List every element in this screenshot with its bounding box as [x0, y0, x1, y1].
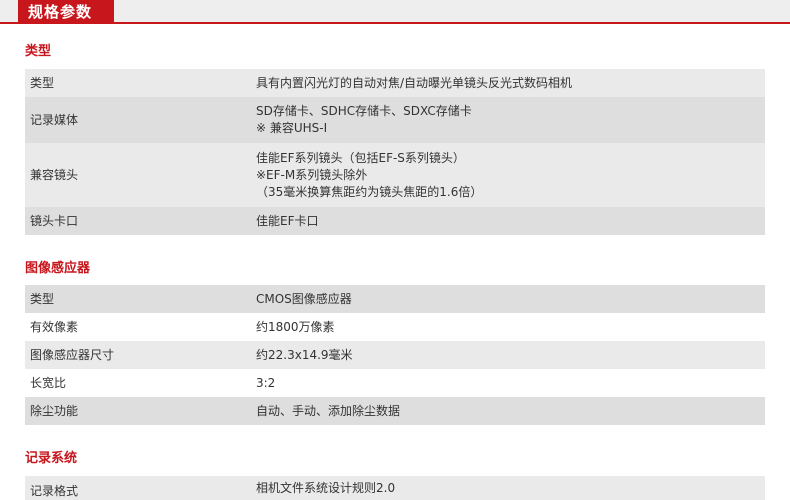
spec-value-line: 约1800万像素	[256, 319, 335, 334]
spec-label: 有效像素	[30, 319, 79, 334]
spec-label: 兼容镜头	[30, 167, 79, 182]
spec-value: SD存储卡、SDHC存储卡、SDXC存储卡 ※ 兼容UHS-I	[256, 97, 765, 143]
spec-value: 具有内置闪光灯的自动对焦/自动曝光单镜头反光式数码相机	[256, 69, 765, 97]
spec-label: 长宽比	[30, 375, 67, 390]
spec-value: 约22.3x14.9毫米	[256, 341, 765, 369]
spec-value-line: 佳能EF卡口	[256, 213, 319, 228]
spec-value: CMOS图像感应器	[256, 285, 765, 313]
spec-value-line: ※EF-M系列镜头除外	[256, 167, 368, 182]
spec-label: 记录格式	[30, 484, 79, 498]
table-row: 类型 具有内置闪光灯的自动对焦/自动曝光单镜头反光式数码相机	[25, 69, 765, 97]
spec-label: 类型	[30, 75, 55, 90]
spec-table-type: 类型 具有内置闪光灯的自动对焦/自动曝光单镜头反光式数码相机 记录媒体 SD存储…	[25, 69, 765, 235]
page-title: 规格参数	[18, 0, 114, 24]
spec-value: 约1800万像素	[256, 313, 765, 341]
spec-value-line: ※ 兼容UHS-I	[256, 121, 328, 135]
spec-label: 类型	[30, 291, 55, 306]
spec-table-image-sensor: 类型 CMOS图像感应器 有效像素 约1800万像素 图像感应器尺寸 约22.3…	[25, 285, 765, 425]
spec-label: 镜头卡口	[30, 213, 79, 228]
section-title-image-sensor: 图像感应器	[25, 261, 91, 276]
header-bar: 规格参数	[0, 0, 790, 24]
table-row: 兼容镜头 佳能EF系列镜头（包括EF-S系列镜头） ※EF-M系列镜头除外 （3…	[25, 143, 765, 207]
spec-table-recording-system: 记录格式 相机文件系统设计规则2.0	[25, 476, 765, 500]
spec-value-line: 约22.3x14.9毫米	[256, 347, 353, 362]
table-row: 记录媒体 SD存储卡、SDHC存储卡、SDXC存储卡 ※ 兼容UHS-I	[25, 97, 765, 143]
table-row: 长宽比 3:2	[25, 369, 765, 397]
spec-value-line: 3:2	[256, 375, 276, 390]
table-row: 记录格式 相机文件系统设计规则2.0	[25, 476, 765, 500]
spec-value-line: 自动、手动、添加除尘数据	[256, 403, 401, 418]
spec-value-line: CMOS图像感应器	[256, 291, 352, 306]
spec-value-line: 相机文件系统设计规则2.0	[256, 481, 396, 495]
spec-value: 3:2	[256, 369, 765, 397]
spec-value-line: SD存储卡、SDHC存储卡、SDXC存储卡	[256, 104, 472, 118]
section-title-recording-system: 记录系统	[25, 451, 78, 466]
spec-value: 相机文件系统设计规则2.0	[256, 476, 765, 500]
spec-value: 佳能EF卡口	[256, 207, 765, 235]
spec-label: 记录媒体	[30, 112, 79, 127]
spec-value-line: 佳能EF系列镜头（包括EF-S系列镜头）	[256, 150, 465, 165]
table-row: 图像感应器尺寸 约22.3x14.9毫米	[25, 341, 765, 369]
spec-label: 除尘功能	[30, 403, 79, 418]
table-row: 除尘功能 自动、手动、添加除尘数据	[25, 397, 765, 425]
header-divider	[0, 22, 790, 24]
table-row: 有效像素 约1800万像素	[25, 313, 765, 341]
spec-value-line: 具有内置闪光灯的自动对焦/自动曝光单镜头反光式数码相机	[256, 75, 573, 90]
spec-label: 图像感应器尺寸	[30, 347, 115, 362]
spec-value: 自动、手动、添加除尘数据	[256, 397, 765, 425]
table-row: 类型 CMOS图像感应器	[25, 285, 765, 313]
spec-value: 佳能EF系列镜头（包括EF-S系列镜头） ※EF-M系列镜头除外 （35毫米换算…	[256, 143, 765, 207]
spec-value-line: （35毫米换算焦距约为镜头焦距的1.6倍）	[256, 184, 483, 199]
section-title-type: 类型	[25, 44, 52, 59]
table-row: 镜头卡口 佳能EF卡口	[25, 207, 765, 235]
